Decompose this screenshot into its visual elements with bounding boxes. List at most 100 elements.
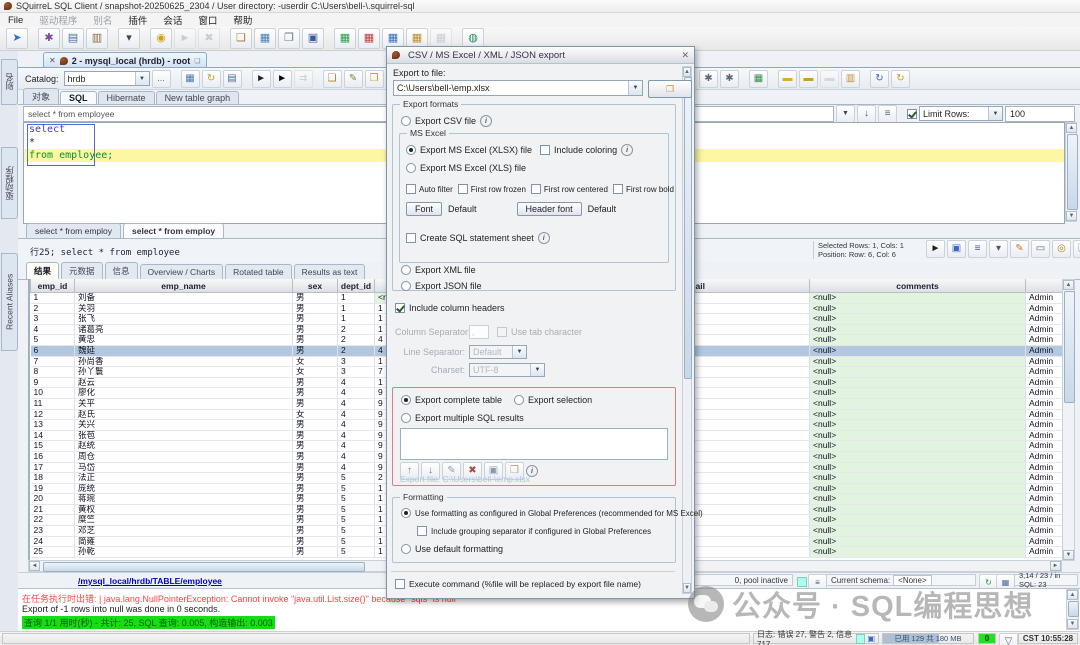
scroll-up-icon[interactable]: ▲ — [1063, 280, 1074, 290]
table-cell[interactable]: Admin — [1026, 451, 1065, 462]
table-cell[interactable]: Admin — [1026, 420, 1065, 431]
editor-scrollbar[interactable]: ▲ ▼ — [1065, 122, 1077, 222]
table-cell[interactable]: 2 — [338, 345, 375, 356]
table-cell[interactable]: 赵氏 — [75, 409, 293, 420]
menu-帮助[interactable]: 帮助 — [225, 13, 260, 27]
message-scrollbar[interactable]: ▲ ▼ — [1066, 589, 1079, 630]
xlsx-radio-row[interactable]: Export MS Excel (XLSX) file Include colo… — [406, 144, 633, 156]
table-cell[interactable]: Admin — [1026, 345, 1065, 356]
table-cell[interactable]: 1 — [338, 293, 375, 304]
edit-sql-icon[interactable]: ✎ — [344, 70, 363, 88]
limit-rows-checkbox[interactable] — [907, 109, 917, 119]
table-cell[interactable]: 1 — [338, 303, 375, 314]
table-cell[interactable]: 9 — [31, 377, 75, 388]
table-cell[interactable]: 男 — [293, 441, 338, 452]
table-cell[interactable]: 5 — [338, 473, 375, 484]
table-cell[interactable]: 23 — [31, 526, 75, 537]
table-cell[interactable]: 男 — [293, 303, 338, 314]
export-multiple-sql-radio[interactable] — [401, 413, 411, 423]
table-cell[interactable]: 女 — [293, 356, 338, 367]
export-file-combobox[interactable]: C:\Users\bell-\emp.xlsx ▼ — [393, 80, 643, 96]
table-cell[interactable]: 孙尚香 — [75, 356, 293, 367]
pin-result-icon[interactable]: ▣ — [947, 240, 966, 258]
table-cell[interactable]: Admin — [1026, 367, 1065, 378]
table-cell[interactable]: 4 — [338, 441, 375, 452]
table-cell[interactable]: 5 — [338, 536, 375, 547]
info-icon[interactable]: i — [621, 144, 633, 156]
table-cell[interactable]: 7 — [31, 356, 75, 367]
table-cell[interactable]: 4 — [338, 462, 375, 473]
table-cell[interactable]: 男 — [293, 462, 338, 473]
table-cell[interactable]: 庞统 — [75, 483, 293, 494]
scrollbar-thumb[interactable] — [1067, 134, 1078, 210]
table-cell[interactable]: 廖化 — [75, 388, 293, 399]
table-cell[interactable]: 糜竺 — [75, 515, 293, 526]
table-cell[interactable]: <null> — [810, 377, 1026, 388]
table-cell[interactable]: 21 — [31, 504, 75, 515]
result-view-tab-2[interactable]: 元数据 — [61, 262, 103, 279]
append-history-icon[interactable]: ↓ — [857, 105, 876, 123]
table-path-link[interactable]: /mysql_local/hrdb/TABLE/employee — [78, 576, 222, 586]
table-cell[interactable]: <null> — [810, 367, 1026, 378]
table-cell[interactable]: 法正 — [75, 473, 293, 484]
table-cell[interactable]: 黄忠 — [75, 335, 293, 346]
result-view-tab-6[interactable]: Results as text — [294, 264, 366, 279]
table-cell[interactable]: Admin — [1026, 515, 1065, 526]
column-header-blank[interactable] — [1026, 279, 1065, 293]
table-cell[interactable]: 马岱 — [75, 462, 293, 473]
scroll-down-icon[interactable]: ▼ — [1067, 619, 1078, 629]
run-all-icon[interactable]: ► — [273, 70, 292, 88]
first-row-frozen-checkbox[interactable] — [458, 184, 468, 194]
include-grouping-checkbox[interactable] — [417, 526, 427, 536]
run-sql-icon[interactable]: ► — [252, 70, 271, 88]
connect-alias-icon[interactable]: ➤ — [6, 28, 28, 49]
table-cell[interactable]: 张飞 — [75, 314, 293, 325]
scrollbar-thumb[interactable] — [684, 77, 692, 379]
find-column-icon[interactable]: ≡ — [968, 240, 987, 258]
scrollbar-thumb[interactable] — [1068, 601, 1079, 617]
dock-tab-1[interactable]: 别名 — [1, 59, 18, 105]
chevron-down-icon[interactable]: ▼ — [628, 81, 642, 95]
table-cell[interactable]: 11 — [31, 398, 75, 409]
table-cell[interactable]: 男 — [293, 526, 338, 537]
table-cell[interactable]: <null> — [810, 345, 1026, 356]
table-cell[interactable]: Admin — [1026, 409, 1065, 420]
use-default-formatting-radio[interactable] — [401, 544, 411, 554]
table-cell[interactable]: <null> — [810, 462, 1026, 473]
table-cell[interactable]: 22 — [31, 515, 75, 526]
table-cell[interactable]: <null> — [810, 303, 1026, 314]
session-tab-1[interactable]: 对象 — [23, 88, 59, 104]
query-result-tab-1[interactable]: select * from employ — [26, 223, 121, 238]
table-cell[interactable]: <null> — [810, 483, 1026, 494]
xml-radio-row[interactable]: Export XML file — [401, 265, 476, 275]
run-steps-icon[interactable]: ⇉ — [294, 70, 313, 88]
save-icon[interactable]: ▣ — [302, 28, 324, 49]
execute-command-checkbox[interactable] — [395, 579, 405, 589]
play-icon[interactable]: ► — [174, 28, 196, 49]
table-cell[interactable]: 女 — [293, 367, 338, 378]
menu-会话[interactable]: 会话 — [155, 13, 190, 27]
include-headers-row[interactable]: Include column headers — [395, 303, 505, 313]
commit-icon[interactable]: ▬ — [778, 70, 797, 88]
table-cell[interactable]: 5 — [338, 504, 375, 515]
xml-radio[interactable] — [401, 265, 411, 275]
global-prefs-row[interactable]: Use formatting as configured in Global P… — [401, 508, 703, 518]
rollback-disabled-icon[interactable]: ▬ — [820, 70, 839, 88]
column-header-dept_id[interactable]: dept_id — [338, 279, 375, 293]
result-view-tab-5[interactable]: Rotated table — [225, 264, 292, 279]
table-cell[interactable]: Admin — [1026, 483, 1065, 494]
table-cell[interactable]: 男 — [293, 515, 338, 526]
table-cell[interactable]: Admin — [1026, 526, 1065, 537]
table-cell[interactable]: 男 — [293, 335, 338, 346]
table-cell[interactable]: Admin — [1026, 293, 1065, 304]
sql-view-icon[interactable]: ▤ — [223, 70, 242, 88]
table-cell[interactable]: 男 — [293, 536, 338, 547]
global-search-icon[interactable]: ◉ — [150, 28, 172, 49]
table-cell[interactable]: 6 — [31, 345, 75, 356]
table-cell[interactable]: Admin — [1026, 398, 1065, 409]
scroll-up-icon[interactable]: ▲ — [1066, 123, 1077, 133]
xls-radio-row[interactable]: Export MS Excel (XLS) file — [406, 163, 526, 173]
table-cell[interactable]: 赵云 — [75, 377, 293, 388]
session-tab[interactable]: ✕ 2 - mysql_local (hrdb) - root ❏ — [43, 52, 207, 68]
table-cell[interactable]: Admin — [1026, 441, 1065, 452]
